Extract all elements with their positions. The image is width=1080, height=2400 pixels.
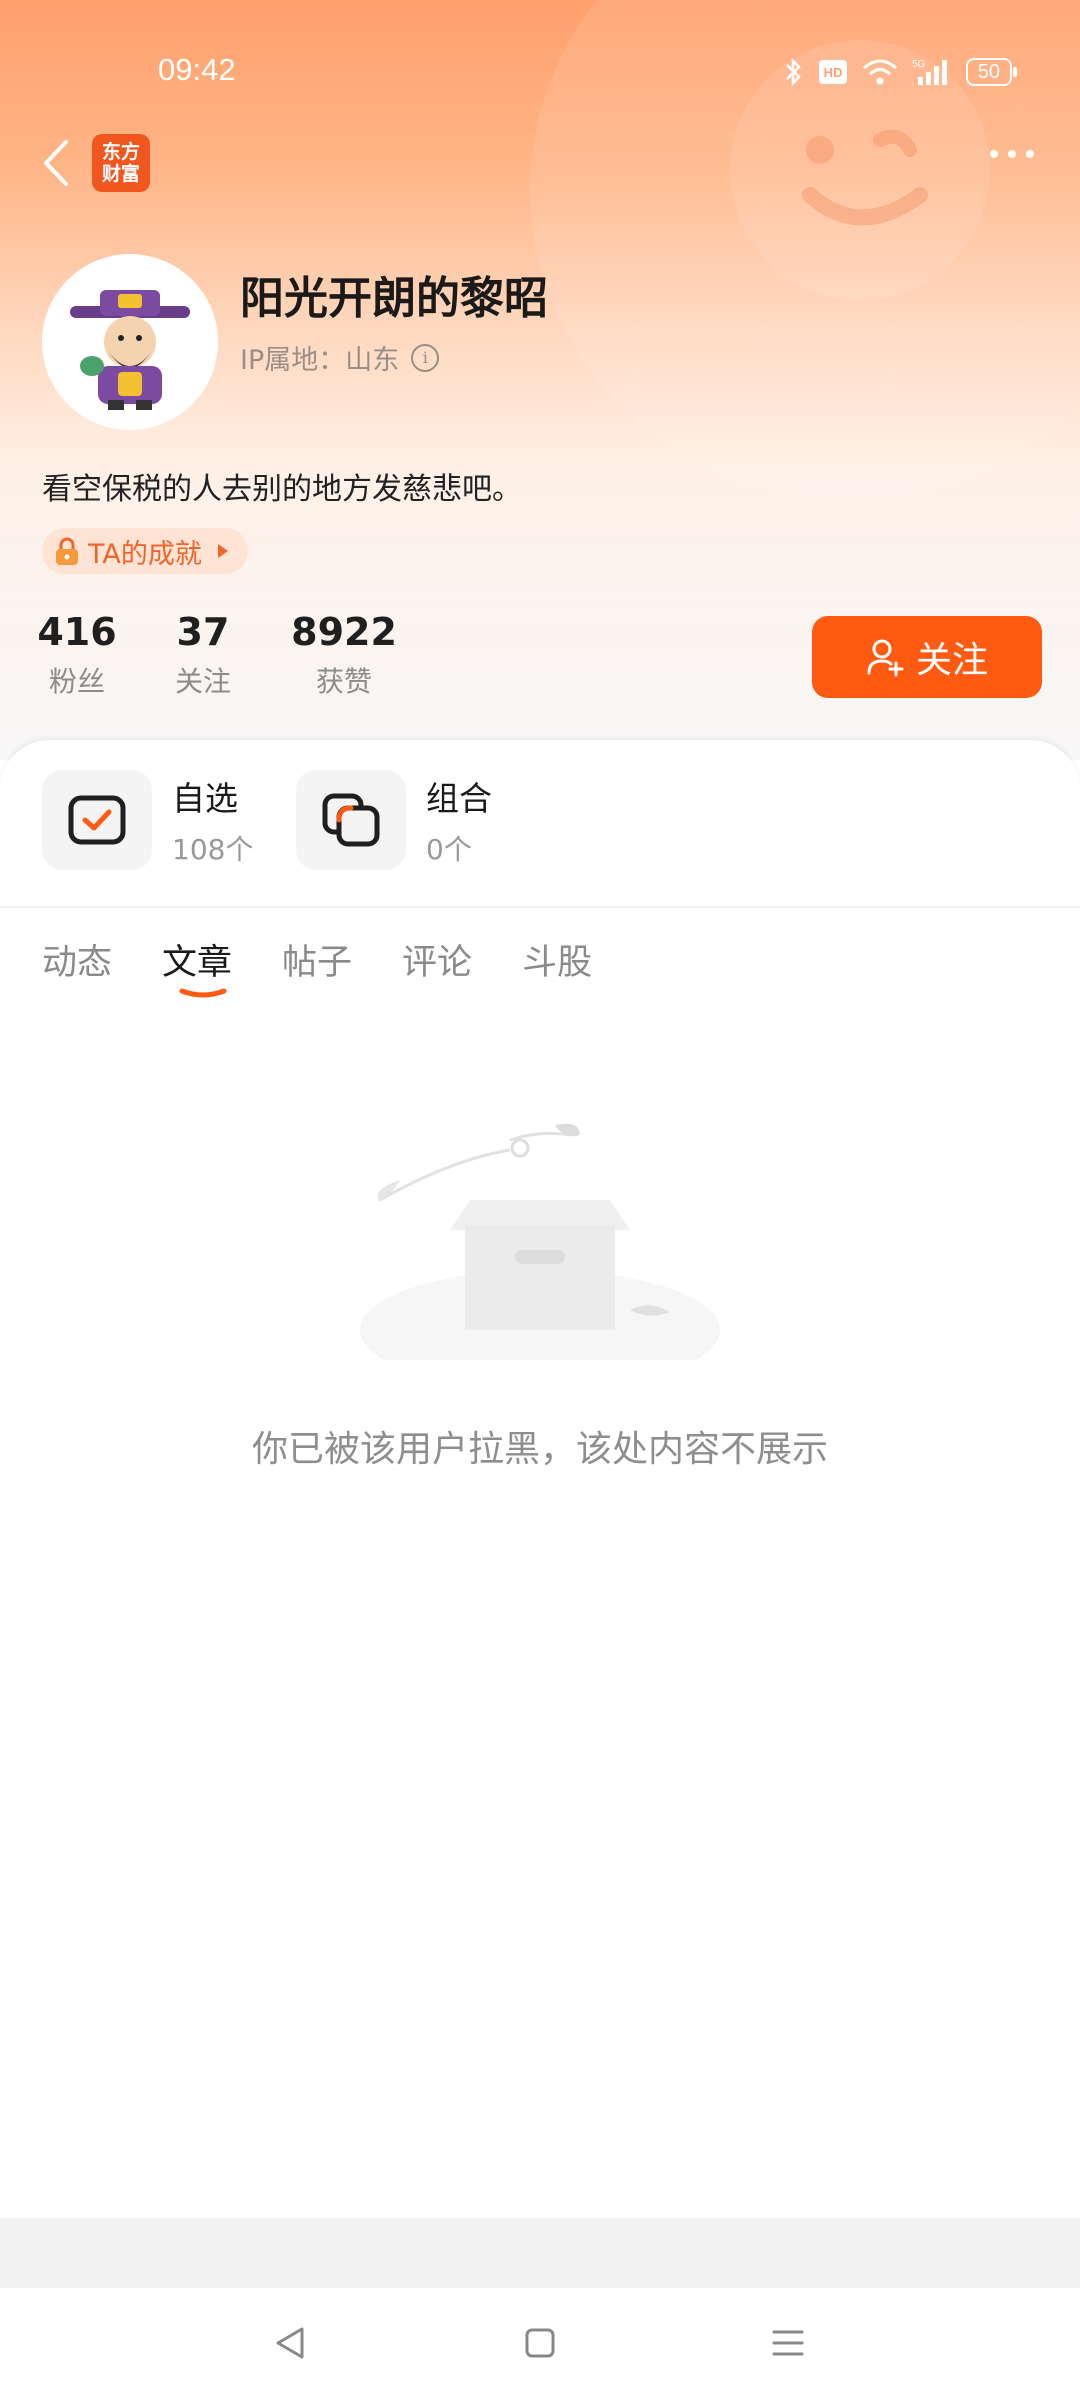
tab-dynamics[interactable]: 动态: [42, 934, 112, 985]
stat-fans[interactable]: 416 粉丝: [37, 610, 116, 700]
stat-likes[interactable]: 8922 获赞: [291, 610, 397, 700]
stat-label: 粉丝: [48, 665, 105, 698]
status-icons: HD 5G 50: [784, 52, 1018, 92]
svg-text:HD: HD: [823, 65, 842, 80]
bluetooth-icon: [784, 57, 804, 87]
wifi-icon: [862, 58, 898, 86]
profile-stats: 416 粉丝 37 关注 8922 获赞: [37, 610, 397, 700]
nav-back-button[interactable]: [265, 2318, 315, 2368]
empty-box-icon: [360, 1123, 720, 1360]
stat-label: 获赞: [315, 665, 372, 698]
square-home-icon: [525, 2328, 555, 2358]
feature-text: 自选 108个: [172, 772, 253, 868]
avatar[interactable]: [42, 254, 218, 430]
stat-value: 416: [37, 610, 117, 654]
hd-icon: HD: [818, 59, 848, 85]
menu-lines-icon: [772, 2330, 804, 2356]
feature-count: 0个: [426, 833, 472, 866]
caret-right-icon: [217, 544, 228, 558]
lock-icon: [56, 537, 78, 565]
profile-bio: 看空保税的人去别的地方发慈悲吧。: [42, 472, 522, 507]
profile-name: 阳光开朗的黎昭: [240, 273, 548, 324]
more-options-button[interactable]: [990, 150, 1034, 158]
app-logo[interactable]: 东方财富: [92, 134, 150, 192]
app-logo-text: 东方财富: [101, 141, 140, 185]
add-user-icon: [867, 639, 904, 677]
more-dot: [1008, 150, 1016, 158]
tab-comments[interactable]: 评论: [402, 934, 472, 985]
stat-label: 关注: [174, 665, 231, 698]
system-nav-bar: [0, 2288, 1080, 2400]
watchlist-check-icon: [42, 770, 152, 870]
cellular-signal-icon: 5G: [912, 57, 952, 87]
tab-articles[interactable]: 文章: [162, 934, 232, 985]
portfolio-overlap-icon: [296, 770, 406, 870]
status-bar: 09:42 HD 5G 50: [0, 0, 1080, 140]
avatar-cartoon-icon: [42, 254, 218, 430]
status-time: 09:42: [158, 52, 236, 87]
stat-following[interactable]: 37 关注: [168, 610, 238, 700]
ip-location: IP属地：山东 i: [240, 338, 440, 377]
battery-icon: 50: [965, 58, 1018, 86]
feature-count: 108个: [172, 833, 254, 866]
bottom-separator: [0, 2218, 1080, 2288]
nav-menu-button[interactable]: [763, 2318, 813, 2368]
feature-watchlist[interactable]: 自选 108个: [42, 770, 253, 870]
active-tab-indicator: [179, 988, 227, 998]
feature-portfolio[interactable]: 组合 0个: [296, 770, 492, 870]
feature-title: 自选: [172, 779, 238, 818]
triangle-back-icon: [276, 2327, 304, 2359]
feature-text: 组合 0个: [426, 772, 492, 868]
profile-tabs: 动态 文章 帖子 评论 斗股: [42, 934, 592, 985]
chevron-left-icon: [44, 140, 68, 186]
follow-button[interactable]: 关注: [812, 616, 1042, 698]
tab-posts[interactable]: 帖子: [282, 934, 352, 985]
info-icon[interactable]: i: [411, 343, 440, 372]
achievement-label: TA的成就: [88, 538, 202, 570]
network-label: 5G: [912, 59, 926, 70]
follow-button-label: 关注: [915, 640, 988, 681]
more-dot: [1026, 150, 1034, 158]
feature-title: 组合: [426, 779, 492, 818]
stat-value: 37: [176, 610, 230, 654]
empty-state-message: 你已被该用户拉黑，该处内容不展示: [251, 1429, 828, 1470]
back-button[interactable]: [38, 136, 74, 190]
stat-value: 8922: [291, 610, 397, 654]
section-divider: [0, 906, 1080, 908]
achievement-badge[interactable]: TA的成就: [42, 528, 248, 574]
more-dot: [990, 150, 998, 158]
tab-stock-battle[interactable]: 斗股: [522, 934, 592, 985]
ip-location-text: IP属地：山东: [240, 345, 400, 376]
nav-home-button[interactable]: [515, 2318, 565, 2368]
